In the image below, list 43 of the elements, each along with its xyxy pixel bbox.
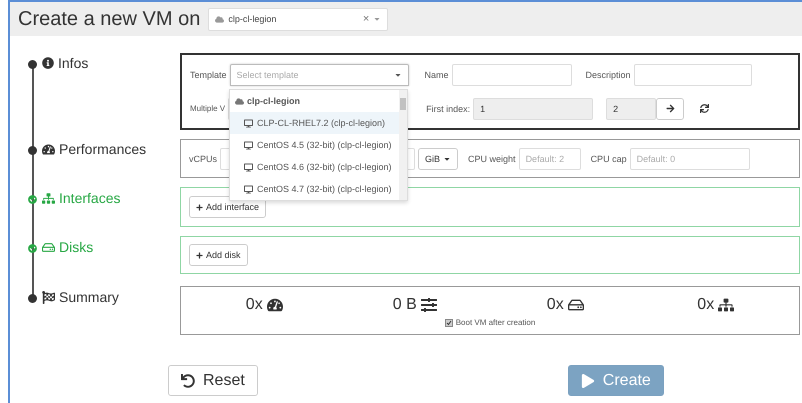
refresh-icon[interactable] [700, 104, 710, 113]
reset-button[interactable]: Reset [168, 365, 258, 396]
boot-checkbox[interactable] [444, 318, 453, 326]
description-field[interactable] [634, 64, 752, 86]
network-icon [42, 192, 55, 204]
desktop-icon [244, 140, 253, 150]
desktop-icon [244, 184, 253, 194]
cloud-icon [235, 96, 244, 106]
gauge-icon [266, 297, 283, 313]
summary-value: 0x [697, 296, 714, 314]
boot-label: Boot VM after creation [456, 318, 536, 327]
summary-value: 0x [246, 296, 263, 314]
caret-icon [373, 15, 382, 23]
summary-value: 0 B [392, 296, 417, 314]
step-label[interactable]: Summary [42, 289, 119, 305]
memory-unit-button[interactable]: GiB [418, 148, 458, 170]
play-icon [580, 374, 595, 388]
name-field[interactable] [452, 64, 572, 86]
undo-icon [181, 374, 195, 388]
summary-value: 0x [546, 296, 564, 314]
plus-icon [196, 204, 203, 210]
gauge-icon [42, 142, 55, 156]
cpu-cap-field[interactable]: Default: 0 [630, 148, 750, 170]
cpu-weight-field[interactable]: Default: 2 [518, 148, 581, 170]
arrow-right-icon [666, 104, 675, 113]
info-icon [42, 57, 54, 69]
step-label[interactable]: Performances [42, 141, 146, 157]
add-disk-button[interactable]: Add disk [189, 244, 248, 266]
option-group: clp-cl-legion [230, 90, 399, 112]
network-icon [718, 297, 734, 313]
step-label[interactable]: Infos [42, 55, 88, 71]
plus-icon [196, 252, 203, 258]
desktop-icon [244, 118, 253, 128]
flag-icon [42, 290, 55, 304]
host-select[interactable]: clp-cl-legion × [208, 8, 388, 30]
page-title: Create a new VM on [18, 8, 200, 30]
template-option[interactable]: CentOS 4.7 (32-bit) (clp-cl-legion) [230, 178, 399, 200]
next-button[interactable] [656, 98, 684, 120]
clear-icon[interactable]: × [362, 13, 370, 25]
sliders-icon [420, 297, 437, 313]
desktop-icon [244, 162, 253, 172]
template-option[interactable]: CLP-CL-RHEL7.2 (clp-cl-legion) [230, 112, 399, 134]
cloud-icon [215, 14, 224, 24]
